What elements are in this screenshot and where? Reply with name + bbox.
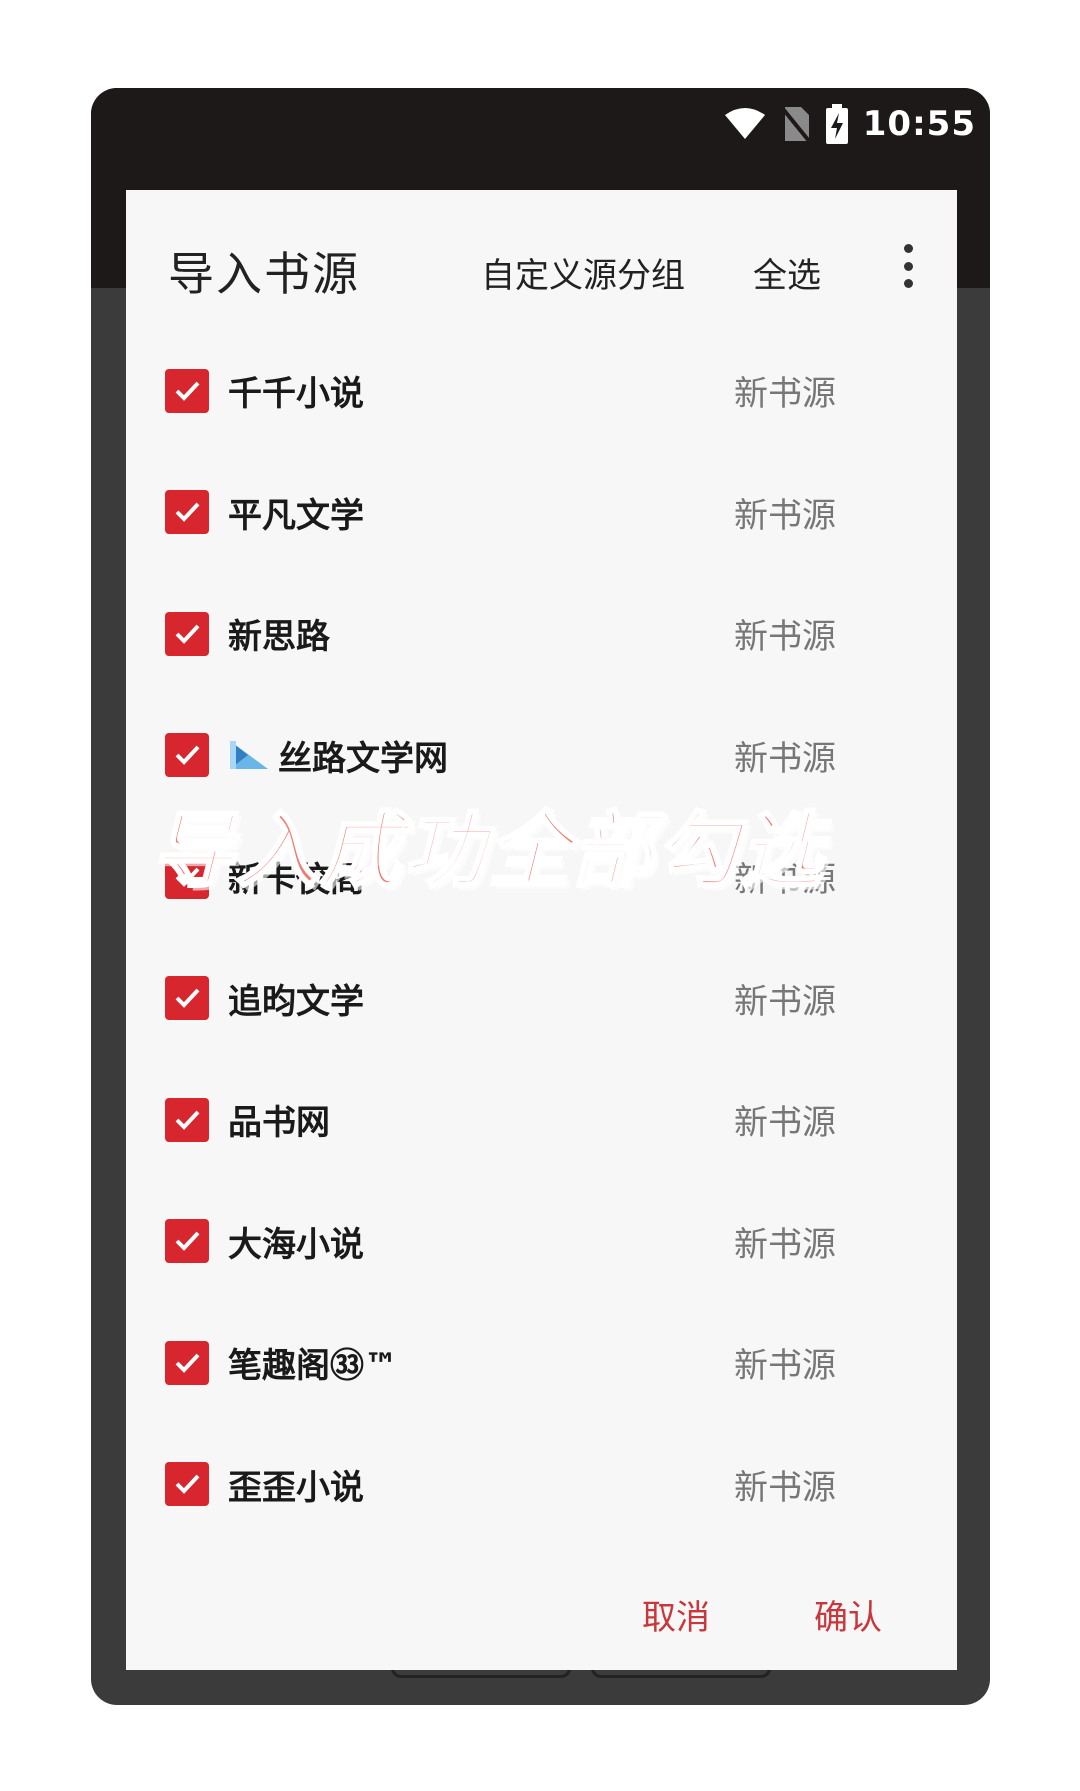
battery-charging-icon [825, 104, 848, 144]
source-group: 新书源 [734, 374, 836, 415]
more-vert-icon[interactable] [896, 240, 920, 292]
list-item[interactable]: 平凡文学 新书源 [126, 452, 957, 574]
cancel-button[interactable]: 取消 [642, 1590, 710, 1639]
source-name: 大海小说 [228, 1224, 364, 1265]
source-group: 新书源 [734, 738, 836, 779]
checkbox-checked-icon[interactable] [165, 976, 209, 1021]
source-list: 千千小说 新书源 平凡文学 新书源 新思路 新书源 丝路文学网 新书源 新卡佼阁… [126, 330, 957, 1545]
source-name: 歪歪小说 [228, 1467, 364, 1508]
source-name: 丝路文学网 [228, 731, 448, 780]
site-image-icon [230, 741, 268, 770]
source-group: 新书源 [734, 1467, 836, 1508]
list-item[interactable]: 新思路 新书源 [126, 573, 957, 695]
source-group: 新书源 [734, 617, 836, 658]
list-item[interactable]: 歪歪小说 新书源 [126, 1424, 957, 1546]
list-item[interactable]: 笔趣阁㉝™ 新书源 [126, 1302, 957, 1424]
custom-group-button[interactable]: 自定义源分组 [481, 248, 685, 297]
checkbox-checked-icon[interactable] [165, 733, 209, 778]
checkbox-checked-icon[interactable] [165, 1340, 209, 1385]
status-time: 10:55 [862, 104, 976, 144]
source-group: 新书源 [734, 1346, 836, 1387]
list-item[interactable]: 追昀文学 新书源 [126, 938, 957, 1060]
checkbox-checked-icon[interactable] [165, 1462, 209, 1507]
select-all-button[interactable]: 全选 [753, 248, 821, 297]
source-name: 追昀文学 [228, 981, 364, 1022]
source-name: 平凡文学 [228, 495, 364, 536]
dialog-title: 导入书源 [168, 247, 360, 301]
list-item[interactable]: 大海小说 新书源 [126, 1181, 957, 1303]
checkbox-checked-icon[interactable] [165, 368, 209, 413]
source-name: 新思路 [228, 617, 330, 658]
source-group: 新书源 [734, 495, 836, 536]
list-item[interactable]: 千千小说 新书源 [126, 330, 957, 452]
checkbox-checked-icon[interactable] [165, 1097, 209, 1142]
confirm-button[interactable]: 确认 [814, 1590, 882, 1639]
source-group: 新书源 [734, 981, 836, 1022]
source-group: 新书源 [734, 1224, 836, 1265]
overlay-caption: 导入成功全部勾选 [151, 803, 824, 901]
status-icons: 10:55 [723, 102, 976, 146]
source-name: 品书网 [228, 1103, 330, 1144]
checkbox-checked-icon[interactable] [165, 1219, 209, 1264]
no-sim-icon [781, 107, 811, 143]
source-name: 千千小说 [228, 374, 364, 415]
dialog-header: 导入书源 自定义源分组 全选 [126, 190, 957, 330]
import-source-dialog: 导入书源 自定义源分组 全选 千千小说 新书源 平凡文学 新书源 新思路 新书源 [126, 190, 957, 1670]
checkbox-checked-icon[interactable] [165, 490, 209, 535]
source-name: 笔趣阁㉝™ [228, 1346, 398, 1387]
wifi-icon [724, 108, 765, 139]
checkbox-checked-icon[interactable] [165, 611, 209, 656]
list-item[interactable]: 品书网 新书源 [126, 1059, 957, 1181]
source-group: 新书源 [734, 1103, 836, 1144]
